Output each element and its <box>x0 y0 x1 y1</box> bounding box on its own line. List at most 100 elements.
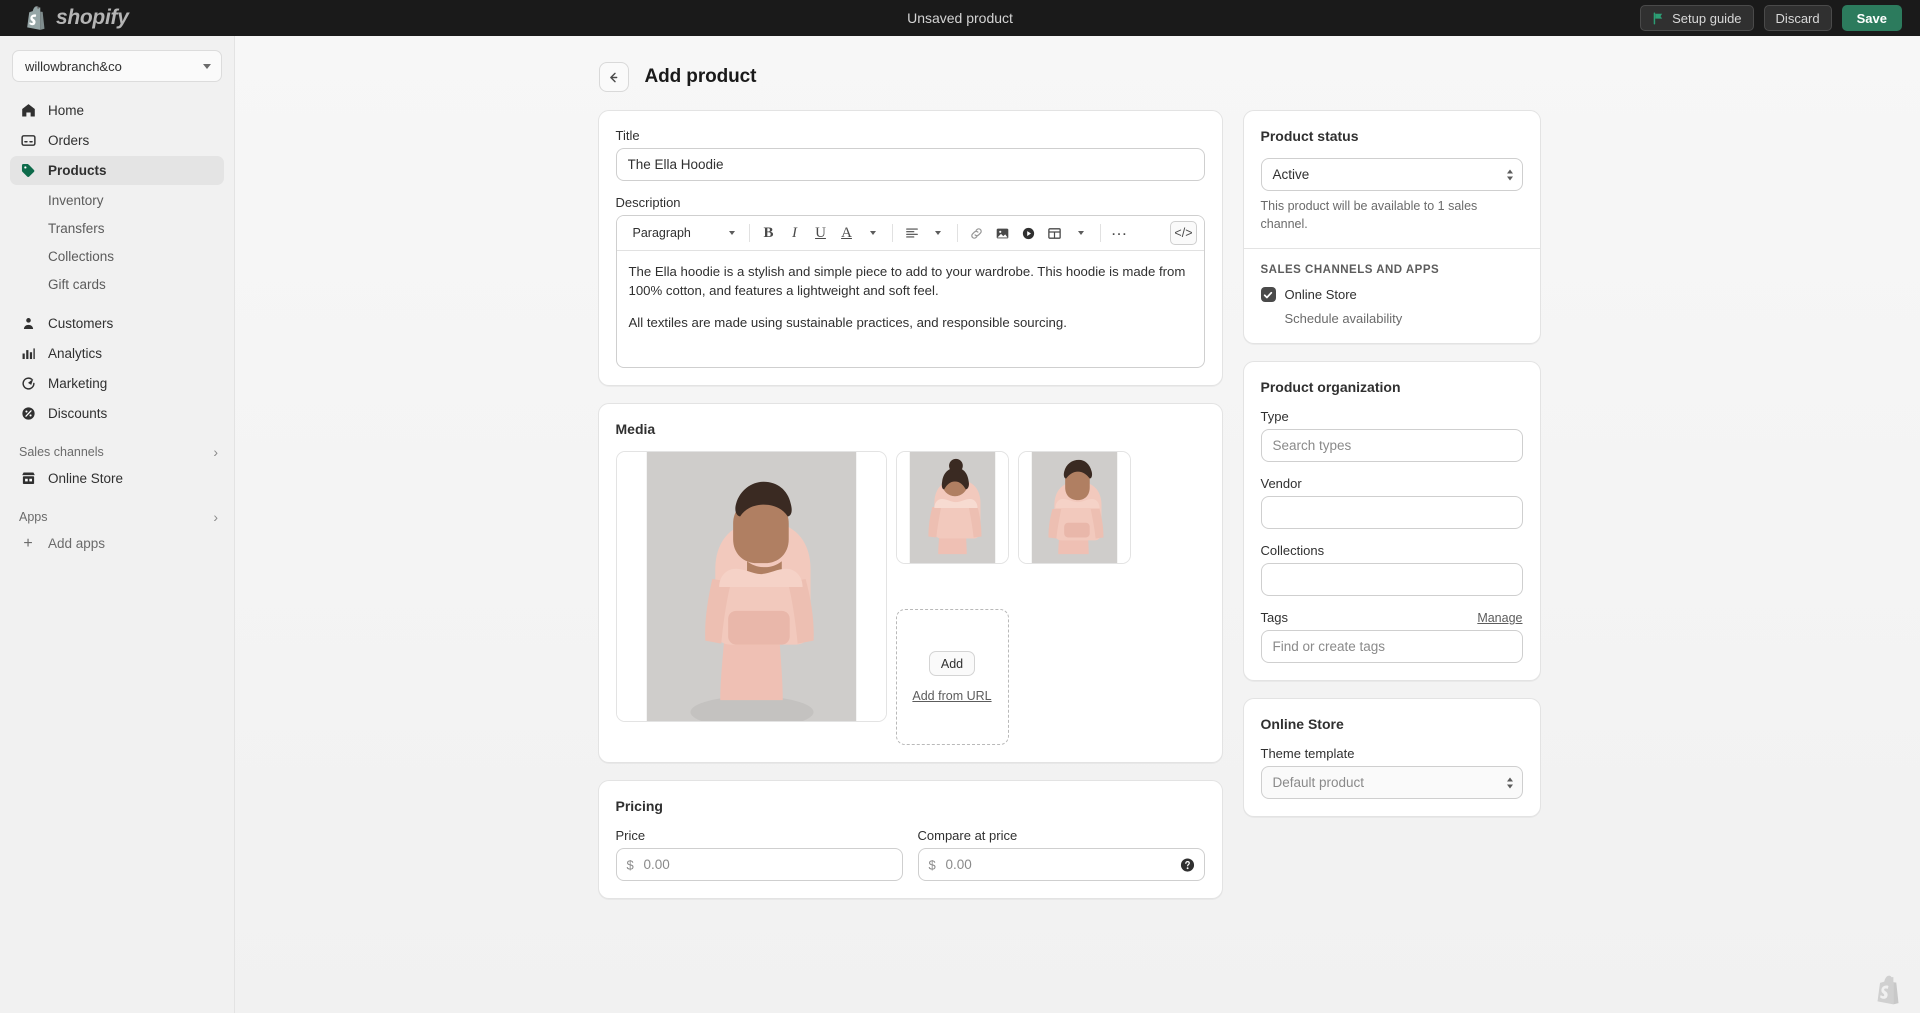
type-input[interactable] <box>1260 429 1523 462</box>
insert-link-button[interactable] <box>965 221 989 245</box>
chevron-right-icon-apps[interactable]: › <box>213 510 218 524</box>
link-icon <box>971 227 982 239</box>
sidebar-subitem-transfers-label: Transfers <box>48 220 105 236</box>
online-store-checkbox-row[interactable]: Online Store <box>1260 287 1523 302</box>
media-card: Media Add Add from URL <box>597 403 1223 763</box>
help-circle-icon[interactable] <box>1180 857 1195 872</box>
discard-button[interactable]: Discard <box>1763 5 1832 31</box>
schedule-availability-link[interactable]: Schedule availability <box>1261 311 1523 326</box>
bold-button[interactable]: B <box>757 221 781 245</box>
description-editor: Paragraph B I U A … </> The Ella hoodie … <box>615 215 1205 368</box>
corner-shopping-bag-icon <box>1877 975 1899 1005</box>
sidebar-item-add-apps[interactable]: + Add apps <box>10 529 224 558</box>
marketing-icon <box>19 375 37 393</box>
sidebar-item-online-store[interactable]: Online Store <box>10 464 224 493</box>
product-status-select[interactable]: Active <box>1260 158 1523 191</box>
sidebar-item-orders-label: Orders <box>48 133 90 148</box>
table-dropdown[interactable] <box>1069 221 1093 245</box>
top-bar-actions: Setup guide Discard Save <box>1640 0 1902 36</box>
sidebar-item-home[interactable]: Home <box>10 96 224 125</box>
italic-button[interactable]: I <box>783 221 807 245</box>
collections-field-group: Collections <box>1260 543 1523 596</box>
media-item-primary[interactable] <box>615 451 887 722</box>
media-add-from-url-link[interactable]: Add from URL <box>912 689 991 703</box>
media-item-3[interactable] <box>1017 451 1131 564</box>
sidebar-subitem-collections-label: Collections <box>48 248 115 264</box>
shopify-brand[interactable]: shopify <box>0 4 235 32</box>
description-paragraph-2: All textiles are made using sustainable … <box>628 315 1067 331</box>
sidebar: willowbranch&co Home Orders Products Inv… <box>0 36 235 1013</box>
media-drop-zone[interactable]: Add Add from URL <box>895 609 1009 745</box>
sidebar-item-home-label: Home <box>48 103 85 118</box>
media-add-button[interactable]: Add <box>928 651 976 676</box>
discounts-icon <box>19 405 37 423</box>
analytics-bars-icon <box>19 345 37 363</box>
left-column: Title Description Paragraph <box>597 110 1223 916</box>
theme-template-select[interactable]: Default product <box>1260 766 1523 799</box>
store-switcher[interactable]: willowbranch&co <box>12 50 222 82</box>
sidebar-item-orders[interactable]: Orders <box>10 126 224 155</box>
insert-image-button[interactable] <box>991 221 1015 245</box>
table-icon <box>1048 227 1061 239</box>
product-title-input[interactable] <box>615 148 1205 181</box>
description-paragraph-1: The Ella hoodie is a stylish and simple … <box>628 264 1186 299</box>
sidebar-item-marketing[interactable]: Marketing <box>10 369 224 398</box>
sidebar-subitem-collections[interactable]: Collections <box>10 242 224 270</box>
vendor-input[interactable] <box>1260 496 1523 529</box>
underline-button[interactable]: U <box>809 221 833 245</box>
image-icon <box>996 228 1009 238</box>
sidebar-item-analytics[interactable]: Analytics <box>10 339 224 368</box>
align-dropdown[interactable] <box>926 221 950 245</box>
collections-input[interactable] <box>1260 563 1523 596</box>
sidebar-item-customers[interactable]: Customers <box>10 309 224 338</box>
top-bar: shopify Unsaved product Setup guide Disc… <box>0 0 1920 36</box>
brand-wordmark: shopify <box>56 6 129 29</box>
page-title: Add product <box>644 66 757 87</box>
save-button[interactable]: Save <box>1841 5 1902 31</box>
setup-guide-label: Setup guide <box>1672 10 1742 26</box>
sidebar-subitem-gift-cards[interactable]: Gift cards <box>10 270 224 298</box>
online-store-card: Online Store Theme template Default prod… <box>1242 698 1541 817</box>
product-photo-front-full <box>616 452 886 721</box>
product-status-title: Product status <box>1260 128 1359 144</box>
chevron-right-icon[interactable]: › <box>213 445 218 459</box>
type-label: Type <box>1260 409 1289 424</box>
tags-input[interactable] <box>1260 630 1523 663</box>
store-name: willowbranch&co <box>25 58 122 74</box>
plus-icon: + <box>23 534 33 552</box>
align-button[interactable] <box>900 221 924 245</box>
price-label: Price <box>615 828 646 843</box>
compare-at-price-input[interactable] <box>917 848 1205 881</box>
shopping-bag-icon <box>27 6 45 30</box>
text-color-dropdown[interactable] <box>861 221 885 245</box>
text-color-button[interactable]: A <box>835 221 859 245</box>
media-item-2[interactable] <box>895 451 1009 564</box>
insert-table-button[interactable] <box>1043 221 1067 245</box>
sales-channels-section: Sales channels › <box>19 445 218 459</box>
main-content: Add product Title Description <box>235 36 1920 1013</box>
description-editor-body[interactable]: The Ella hoodie is a stylish and simple … <box>617 251 1204 367</box>
tags-manage-link[interactable]: Manage <box>1477 611 1522 625</box>
sidebar-item-add-apps-label: Add apps <box>48 536 106 551</box>
paragraph-format-dropdown[interactable]: Paragraph <box>624 221 742 245</box>
sidebar-subitem-inventory[interactable]: Inventory <box>10 186 224 214</box>
sidebar-item-products[interactable]: Products <box>10 156 224 185</box>
title-label: Title <box>615 128 640 143</box>
description-field-group: Description Paragraph B I U A … </> The … <box>615 195 1205 368</box>
price-input[interactable] <box>615 848 903 881</box>
video-icon <box>1022 227 1035 239</box>
setup-guide-button[interactable]: Setup guide <box>1640 5 1754 31</box>
orders-icon <box>19 132 37 150</box>
back-button[interactable] <box>598 62 629 92</box>
page-header: Add product <box>598 62 1558 92</box>
checkbox-checked-icon[interactable] <box>1260 287 1276 302</box>
sidebar-subitem-inventory-label: Inventory <box>48 192 104 208</box>
html-code-button[interactable]: </> <box>1170 221 1197 245</box>
products-tag-icon <box>19 162 37 180</box>
insert-video-button[interactable] <box>1017 221 1041 245</box>
sidebar-subitem-transfers[interactable]: Transfers <box>10 214 224 242</box>
toolbar-divider-4 <box>1099 224 1101 242</box>
more-options-button[interactable]: … <box>1108 221 1132 245</box>
sidebar-item-discounts[interactable]: Discounts <box>10 399 224 428</box>
toolbar-divider-3 <box>956 224 958 242</box>
